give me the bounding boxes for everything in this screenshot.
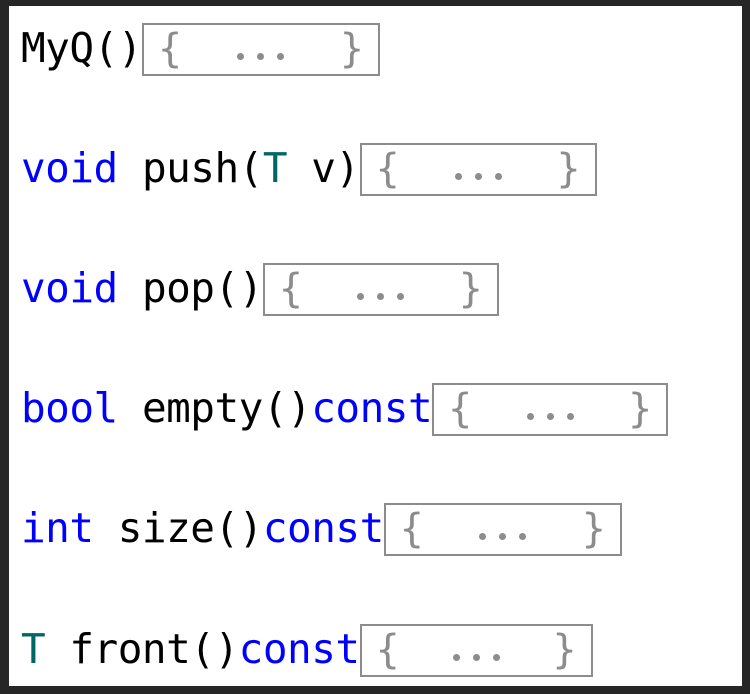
- ellipsis-dot: [566, 413, 574, 420]
- signature-token-keyword: bool: [21, 384, 118, 432]
- member-signature: MyQ(): [21, 28, 142, 69]
- signature-token-space: [45, 625, 69, 673]
- member-declaration-row: void pop() { }: [21, 262, 499, 316]
- ellipsis-dot: [454, 173, 462, 180]
- signature-token-identifier: front(): [69, 625, 239, 673]
- ellipsis-dot: [452, 654, 460, 661]
- signature-token-identifier: empty(): [141, 384, 312, 432]
- member-declaration-row: bool empty()const { }: [21, 382, 669, 436]
- collapsed-body-box[interactable]: { }: [262, 263, 499, 316]
- signature-token-identifier: MyQ: [21, 24, 94, 72]
- member-signature: void pop(): [21, 268, 263, 309]
- ellipsis-dot: [377, 293, 385, 300]
- ellipsis-dot: [474, 173, 482, 180]
- ellipsis-dot: [546, 413, 554, 420]
- signature-token-punctuation: (): [93, 24, 143, 72]
- signature-token-space: [118, 144, 142, 192]
- member-declaration-row: T front()const { }: [21, 623, 593, 677]
- ellipsis-dot: [397, 293, 405, 300]
- signature-token-parameter: v): [287, 144, 360, 192]
- open-brace-glyph: {: [448, 385, 473, 432]
- member-signature: int size()const: [21, 508, 384, 549]
- ellipsis-dot: [277, 53, 285, 60]
- signature-token-keyword: int: [21, 504, 94, 552]
- code-canvas: MyQ() { } void push(T v) {} void pop() …: [9, 6, 742, 686]
- ellipsis-dot: [492, 654, 500, 661]
- member-signature: void push(T v): [21, 148, 360, 189]
- collapsed-body-box[interactable]: { }: [359, 624, 593, 677]
- signature-token-identifier: pop(): [141, 264, 263, 312]
- signature-token-keyword: void: [21, 264, 118, 312]
- close-brace-glyph: }: [339, 25, 364, 72]
- collapsed-body-box[interactable]: { }: [141, 23, 380, 76]
- ellipsis-dots-icon: [479, 533, 527, 540]
- member-declaration-row: int size()const { }: [21, 502, 622, 556]
- signature-token-space: [118, 384, 142, 432]
- ellipsis-dot: [526, 413, 534, 420]
- ellipsis-dot: [257, 53, 265, 60]
- member-signature: bool empty()const: [21, 388, 433, 429]
- ellipsis-dot: [519, 533, 527, 540]
- collapsed-body-box[interactable]: { }: [432, 383, 669, 436]
- member-declaration-row: MyQ() { }: [21, 22, 380, 76]
- member-signature: T front()const: [21, 629, 360, 670]
- signature-token-const-qualifier: const: [311, 384, 433, 432]
- ellipsis-dots-icon: [357, 293, 405, 300]
- open-brace-glyph: {: [157, 25, 183, 72]
- signature-token-const-qualifier: const: [238, 625, 360, 673]
- collapsed-body-box[interactable]: { }: [383, 503, 622, 556]
- open-brace-glyph: {: [375, 145, 400, 192]
- close-brace-glyph: }: [556, 145, 581, 192]
- ellipsis-dots-icon: [452, 654, 500, 661]
- ellipsis-dot: [357, 293, 365, 300]
- signature-token-template-type: T: [21, 625, 46, 673]
- ellipsis-dot: [479, 533, 487, 540]
- signature-token-identifier: push(: [141, 144, 263, 192]
- ellipsis-dot: [494, 173, 502, 180]
- signature-token-const-qualifier: const: [262, 504, 384, 552]
- signature-token-space: [118, 264, 142, 312]
- signature-token-template-type: T: [262, 144, 288, 192]
- ellipsis-dot: [237, 53, 245, 60]
- code-figure: MyQ() { } void push(T v) {} void pop() …: [0, 0, 750, 694]
- close-brace-glyph: }: [458, 265, 483, 312]
- signature-token-identifier: size(): [117, 504, 264, 552]
- signature-token-space: [94, 504, 118, 552]
- open-brace-glyph: {: [278, 265, 303, 312]
- signature-token-keyword: void: [21, 144, 118, 192]
- ellipsis-dots-icon: [454, 173, 502, 180]
- member-declaration-row: void push(T v) { }: [21, 142, 597, 196]
- open-brace-glyph: {: [375, 626, 400, 673]
- ellipsis-dot: [499, 533, 507, 540]
- close-brace-glyph: }: [628, 385, 653, 432]
- close-brace-glyph: }: [581, 505, 606, 552]
- collapsed-body-box[interactable]: { }: [359, 143, 597, 196]
- ellipsis-dots-icon: [526, 413, 574, 420]
- ellipsis-dots-icon: [237, 53, 285, 60]
- close-brace-glyph: }: [552, 626, 577, 673]
- open-brace-glyph: {: [399, 505, 424, 552]
- ellipsis-dot: [472, 654, 480, 661]
